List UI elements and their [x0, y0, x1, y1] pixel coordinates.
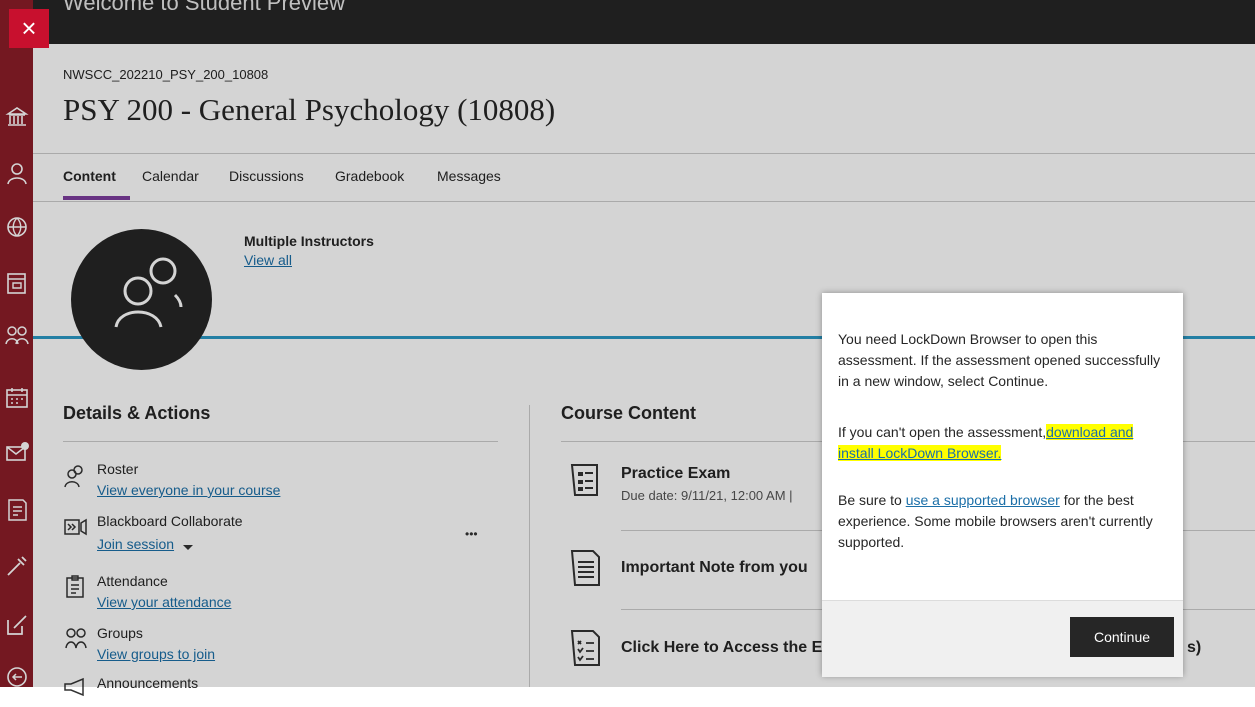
close-icon: × — [21, 13, 37, 43]
lockdown-dialog: You need LockDown Browser to open this a… — [822, 293, 1183, 677]
continue-button[interactable]: Continue — [1070, 617, 1174, 657]
download-lockdown-link[interactable]: download and — [1046, 424, 1134, 440]
supported-browser-link[interactable]: use a supported browser — [906, 492, 1060, 508]
dialog-footer: Continue — [822, 600, 1183, 677]
close-button[interactable]: × — [9, 9, 49, 48]
dialog-help: If you can't open the assessment,downloa… — [838, 422, 1173, 464]
dialog-help-text: If you can't open the assessment, — [838, 424, 1047, 440]
dialog-browser-note: Be sure to use a supported browser for t… — [838, 490, 1173, 553]
download-lockdown-link-continued[interactable]: install LockDown Browser. — [838, 445, 1002, 461]
dialog-browser-prefix: Be sure to — [838, 492, 902, 508]
dialog-message: You need LockDown Browser to open this a… — [838, 331, 1161, 389]
